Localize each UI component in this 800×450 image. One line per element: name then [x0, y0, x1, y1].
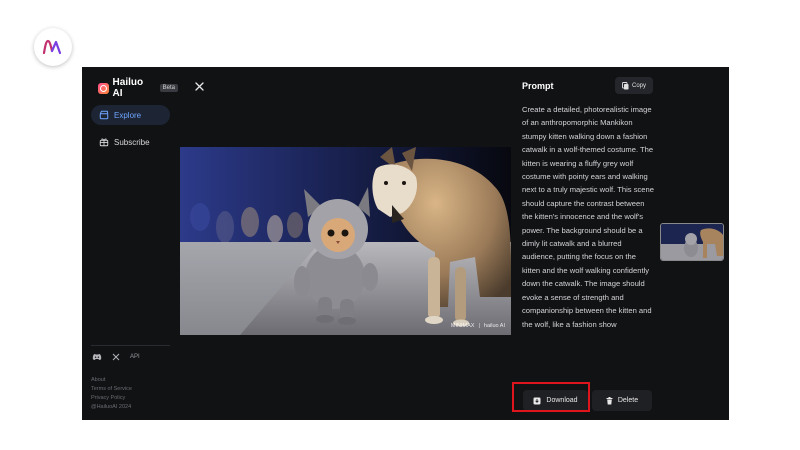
beta-badge: Beta: [159, 84, 178, 92]
sidebar-item-label: Subscribe: [114, 137, 150, 147]
copy-icon: [622, 81, 629, 89]
copy-label: Copy: [631, 82, 646, 89]
delete-button[interactable]: Delete: [592, 390, 652, 411]
gift-icon: [99, 138, 109, 147]
app-logo[interactable]: Hailuo AI Beta: [98, 77, 178, 99]
about-link[interactable]: About: [91, 376, 132, 384]
divider: [91, 345, 170, 346]
watermark-minimax: MINIMAX: [450, 323, 475, 329]
terms-link[interactable]: Terms of Service: [91, 385, 132, 393]
generated-image[interactable]: MINIMAX | hailuo AI: [180, 147, 511, 335]
close-button[interactable]: [192, 79, 206, 93]
brand-logo-icon: [34, 28, 72, 66]
sidebar-item-label: Explore: [114, 110, 142, 120]
copyright-text: @HailuoAI 2024: [91, 404, 132, 410]
watermark-separator: |: [478, 323, 480, 329]
prompt-text: Create a detailed, photorealistic image …: [522, 105, 654, 329]
runway-scene-image: [180, 147, 511, 335]
copy-button[interactable]: Copy: [615, 77, 653, 94]
close-icon: [194, 81, 204, 91]
footer-links: About Terms of Service Privacy Policy @H…: [91, 376, 132, 411]
social-links: API: [92, 353, 140, 361]
sidebar: Hailuo AI Beta Explore Subscribe API Abo…: [82, 67, 178, 420]
privacy-link[interactable]: Privacy Policy: [91, 394, 132, 402]
delete-label: Delete: [617, 397, 639, 404]
app-window: Hailuo AI Beta Explore Subscribe API Abo…: [82, 67, 729, 420]
discord-icon[interactable]: [92, 353, 102, 361]
image-watermark: MINIMAX | hailuo AI: [451, 323, 505, 329]
api-link[interactable]: API: [130, 354, 140, 360]
hailuo-logo-icon: [98, 82, 109, 94]
prompt-title: Prompt: [522, 81, 554, 91]
highlight-box: [512, 382, 590, 412]
clapperboard-icon: [99, 110, 109, 120]
image-thumbnail[interactable]: [660, 223, 724, 261]
trash-icon: [606, 396, 613, 404]
sidebar-item-subscribe[interactable]: Subscribe: [91, 132, 170, 152]
sidebar-item-explore[interactable]: Explore: [91, 105, 170, 125]
x-twitter-icon[interactable]: [112, 353, 120, 361]
thumbnail-image: [661, 224, 723, 260]
watermark-hailuo: hailuo AI: [483, 323, 505, 329]
logo-text: Hailuo AI: [112, 77, 144, 99]
